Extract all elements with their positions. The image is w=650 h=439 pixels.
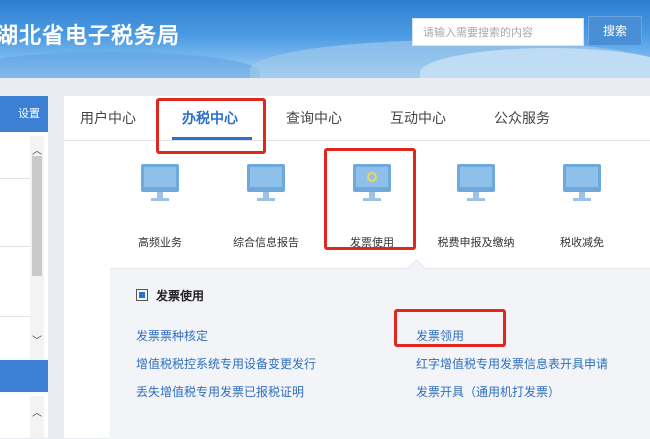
sidebar-scrollbar[interactable]: ︿ — [30, 396, 44, 438]
tab-interaction-center[interactable]: 互动中心 — [390, 108, 446, 128]
sidebar-row[interactable] — [0, 246, 30, 247]
service-tax-relief[interactable]: 税收减免 — [532, 164, 632, 250]
document-icon — [136, 289, 148, 301]
service-label: 税收减免 — [560, 236, 604, 249]
sidebar-row[interactable] — [0, 316, 30, 317]
main-panel: 用户中心 办税中心 查询中心 互动中心 公众服务 高频业务 综合信息报告 发票使… — [64, 96, 650, 439]
sidebar-row[interactable] — [0, 178, 30, 179]
monitor-icon — [563, 164, 601, 204]
monitor-icon — [457, 164, 495, 204]
link-red-invoice-application[interactable]: 红字增值税专用发票信息表开具申请 — [416, 355, 608, 372]
highlight-box — [324, 148, 416, 250]
link-lost-invoice-proof[interactable]: 丢失增值税专用发票已报税证明 — [136, 383, 304, 400]
service-label: 税费申报及缴纳 — [437, 236, 515, 249]
service-label: 综合信息报告 — [233, 236, 299, 249]
banner-mountain — [0, 52, 260, 78]
tab-query-center[interactable]: 查询中心 — [286, 108, 342, 128]
chevron-up-icon[interactable]: ︿ — [30, 142, 44, 157]
service-tax-declaration[interactable]: 税费申报及缴纳 — [426, 164, 526, 250]
search-button[interactable]: 搜索 — [588, 16, 642, 46]
sidebar: 设置 ︿ ﹀ ︿ — [0, 96, 48, 438]
chevron-up-icon[interactable]: ︿ — [30, 404, 44, 419]
panel-caret — [407, 259, 426, 278]
chevron-down-icon[interactable]: ﹀ — [30, 332, 44, 347]
sidebar-item-settings[interactable]: 设置 — [0, 96, 48, 132]
sidebar-item-active[interactable] — [0, 360, 48, 392]
monitor-icon — [141, 164, 179, 204]
invoice-subpanel: 发票使用 发票票种核定 增值税税控系统专用设备变更发行 丢失增值税专用发票已报税… — [110, 259, 650, 439]
sidebar-scrollbar[interactable]: ︿ ﹀ — [30, 136, 44, 366]
service-label: 高频业务 — [138, 236, 182, 249]
highlight-box — [156, 98, 266, 154]
tab-public-service[interactable]: 公众服务 — [494, 108, 550, 128]
header-banner: 湖北省电子税务局 搜索 — [0, 0, 650, 78]
tab-user-center[interactable]: 用户中心 — [80, 108, 136, 128]
site-title: 湖北省电子税务局 — [0, 24, 181, 49]
link-invoice-issue[interactable]: 发票开具（通用机打发票） — [416, 383, 560, 400]
highlight-box — [394, 309, 506, 347]
monitor-icon — [247, 164, 285, 204]
service-info-report[interactable]: 综合信息报告 — [216, 164, 316, 250]
link-tax-device-change[interactable]: 增值税税控系统专用设备变更发行 — [136, 355, 316, 372]
scrollbar-thumb[interactable] — [32, 156, 42, 276]
panel-title: 发票使用 — [156, 289, 205, 303]
link-invoice-type-approval[interactable]: 发票票种核定 — [136, 327, 208, 344]
service-frequent[interactable]: 高频业务 — [110, 164, 210, 250]
search-input[interactable] — [412, 18, 584, 46]
tab-bar: 用户中心 办税中心 查询中心 互动中心 公众服务 — [64, 96, 650, 141]
